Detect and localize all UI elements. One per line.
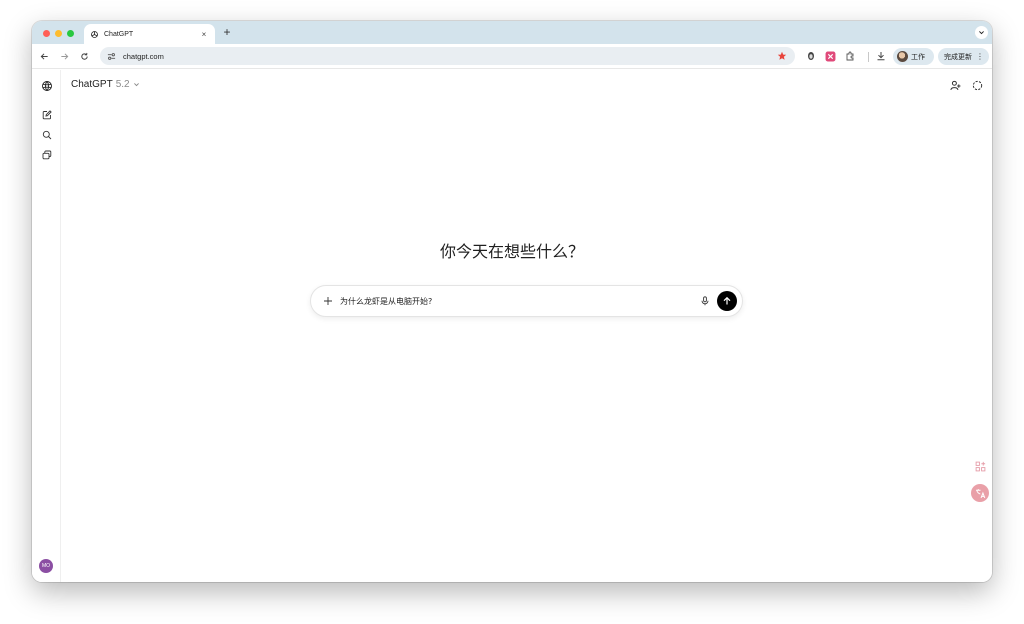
tab-strip: ChatGPT × + (32, 21, 992, 44)
extension-avatar-icon[interactable] (805, 50, 817, 62)
greeting-heading: 你今天在想些什么？ (439, 242, 584, 261)
microphone-icon[interactable] (698, 295, 711, 308)
back-button[interactable] (38, 50, 50, 62)
browser-toolbar: chatgpt.com 工作 完成更新 ⋮ (32, 44, 992, 69)
arrow-left-icon (40, 52, 48, 60)
arrow-up-icon (723, 296, 731, 305)
model-name: ChatGPT (71, 79, 113, 90)
send-button[interactable] (717, 291, 737, 311)
model-selector[interactable]: ChatGPT 5.2 (71, 79, 140, 90)
sidebar: MO (32, 70, 61, 582)
address-bar[interactable]: chatgpt.com (100, 47, 795, 65)
arrow-right-icon (60, 52, 68, 60)
add-people-icon[interactable] (949, 79, 962, 92)
chatgpt-page: MO ChatGPT 5.2 你今天在想些什么？ 为什么龙虾是从电脑开始? (32, 70, 992, 582)
openai-logo-icon[interactable] (40, 79, 53, 92)
reload-button[interactable] (78, 50, 90, 62)
browser-window: ChatGPT × + chatgpt.com 工作 完成更新 ⋮ MO Cha… (32, 21, 992, 582)
prompt-composer[interactable]: 为什么龙虾是从电脑开始? (310, 285, 743, 317)
float-grid-icon[interactable] (971, 457, 989, 475)
openai-icon (90, 30, 99, 39)
profile-button[interactable]: 工作 (893, 48, 934, 65)
plus-icon[interactable] (321, 295, 334, 308)
maximize-window-button[interactable] (67, 30, 74, 37)
extension-pink-icon[interactable] (824, 50, 836, 62)
download-icon[interactable] (875, 50, 887, 62)
minimize-window-button[interactable] (55, 30, 62, 37)
search-icon[interactable] (40, 128, 53, 141)
translate-icon[interactable] (971, 484, 989, 502)
temporary-chat-icon[interactable] (971, 79, 984, 92)
reload-icon (80, 52, 88, 60)
user-avatar[interactable]: MO (39, 559, 53, 573)
new-chat-icon[interactable] (40, 108, 53, 121)
bookmark-star-icon[interactable] (776, 50, 788, 62)
toolbar-divider (868, 52, 869, 62)
new-tab-button[interactable]: + (220, 25, 234, 39)
update-button[interactable]: 完成更新 ⋮ (938, 48, 989, 65)
tab-close-button[interactable]: × (199, 30, 209, 39)
tab-search-button[interactable] (975, 26, 988, 39)
site-settings-icon[interactable] (106, 51, 117, 62)
profile-avatar (897, 51, 908, 62)
tab-title: ChatGPT (104, 30, 134, 38)
more-menu-icon[interactable]: ⋮ (976, 52, 984, 61)
chevron-down-icon (979, 31, 984, 35)
profile-label: 工作 (911, 53, 925, 61)
forward-button[interactable] (58, 50, 70, 62)
extensions-puzzle-icon[interactable] (844, 50, 856, 62)
tab-chatgpt[interactable]: ChatGPT × (84, 24, 215, 44)
chevron-down-icon (133, 81, 140, 88)
url-text: chatgpt.com (123, 51, 164, 61)
images-library-icon[interactable] (40, 148, 53, 161)
update-label: 完成更新 (944, 53, 972, 61)
prompt-input[interactable]: 为什么龙虾是从电脑开始? (340, 296, 698, 307)
close-window-button[interactable] (43, 30, 50, 37)
model-version: 5.2 (115, 79, 130, 90)
